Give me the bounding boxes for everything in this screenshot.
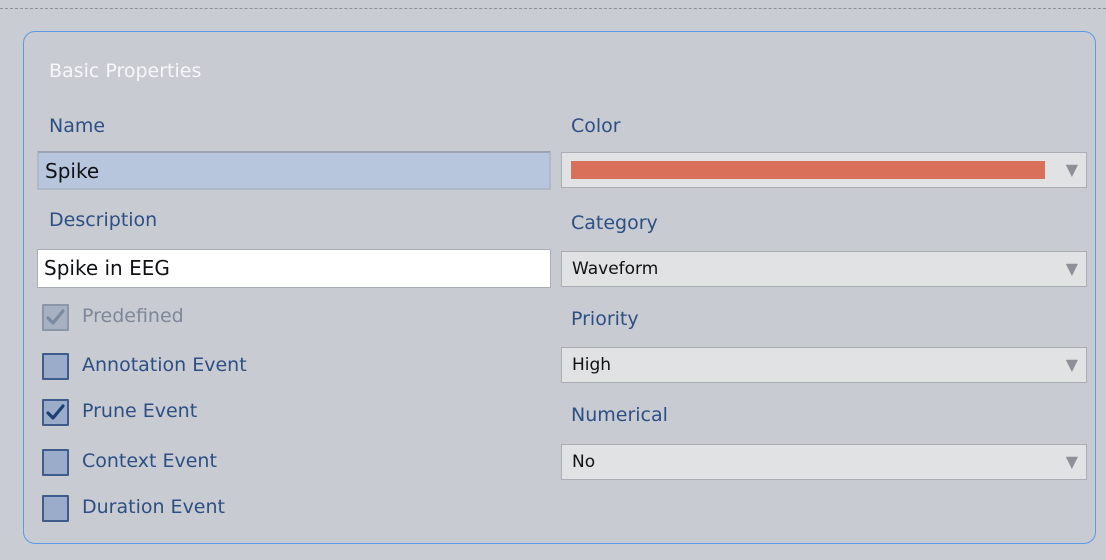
- category-value: Waveform: [572, 259, 659, 279]
- duration-event-label[interactable]: Duration Event: [82, 496, 225, 518]
- name-label: Name: [49, 115, 106, 137]
- check-icon: [46, 309, 65, 325]
- context-event-label[interactable]: Context Event: [82, 450, 217, 472]
- annotation-event-checkbox[interactable]: [42, 353, 69, 380]
- priority-label: Priority: [571, 308, 639, 330]
- description-label: Description: [49, 209, 158, 231]
- numerical-value: No: [572, 452, 596, 472]
- predefined-checkbox: [42, 304, 69, 331]
- check-icon: [46, 404, 65, 420]
- category-dropdown[interactable]: Waveform ▼: [561, 251, 1087, 287]
- duration-event-checkbox[interactable]: [42, 495, 69, 522]
- color-swatch: [571, 161, 1045, 179]
- prune-event-checkbox[interactable]: [42, 399, 69, 426]
- prune-event-label[interactable]: Prune Event: [82, 400, 197, 422]
- predefined-label: Predefined: [82, 305, 184, 327]
- numerical-dropdown[interactable]: No ▼: [561, 444, 1087, 480]
- annotation-event-label[interactable]: Annotation Event: [82, 354, 247, 376]
- context-event-checkbox[interactable]: [42, 449, 69, 476]
- panel-title: Basic Properties: [49, 60, 202, 82]
- category-label: Category: [571, 212, 658, 234]
- priority-dropdown[interactable]: High ▼: [561, 347, 1087, 383]
- chevron-down-icon: ▼: [1065, 452, 1078, 471]
- event-properties-page: Basic Properties Name Spike Description …: [0, 0, 1106, 560]
- chevron-down-icon: ▼: [1065, 160, 1078, 179]
- name-field[interactable]: Spike: [37, 151, 551, 190]
- numerical-label: Numerical: [571, 404, 668, 426]
- priority-value: High: [572, 355, 612, 375]
- chevron-down-icon: ▼: [1065, 259, 1078, 278]
- color-dropdown[interactable]: ▼: [561, 152, 1087, 188]
- divider: [0, 8, 1106, 9]
- chevron-down-icon: ▼: [1065, 355, 1078, 374]
- description-field[interactable]: Spike in EEG: [37, 249, 551, 288]
- color-label: Color: [571, 115, 621, 137]
